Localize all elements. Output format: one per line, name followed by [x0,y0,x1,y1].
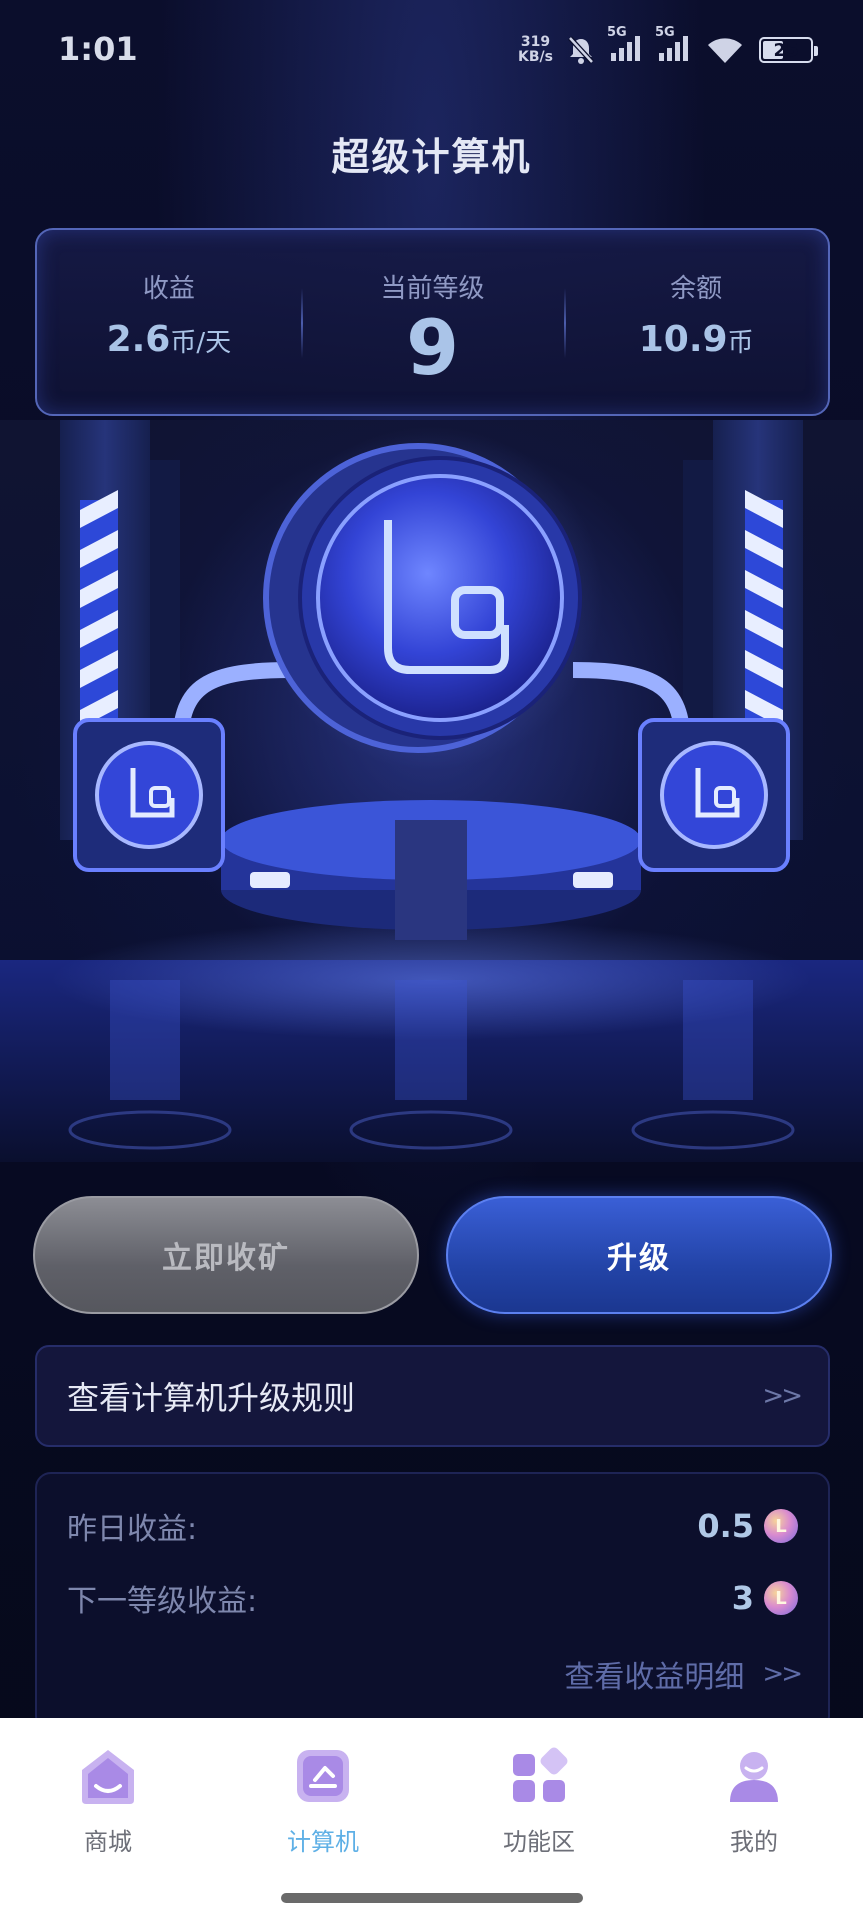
earnings-detail-label: 查看收益明细 [564,1660,745,1695]
mute-icon [568,36,594,64]
big-coin-face [316,474,564,722]
network-label-1: 5G [607,25,627,40]
upgrade-rules-label: 查看计算机升级规则 [67,1379,356,1417]
shop-icon [82,1750,134,1804]
battery-level: 25 [773,39,799,61]
bottom-tab-bar: 商城 计算机 功能区 我的 [0,1718,863,1920]
level-value: 9 [406,303,459,392]
next-level-earnings-value: 3 [731,1579,754,1617]
computer-illustration [0,420,863,1162]
right-cooler [638,718,790,872]
tab-label-features: 功能区 [503,1828,575,1856]
status-icons: 319 KB/s 5G 5G 25 [518,25,818,70]
balance-unit: 币 [727,328,754,358]
user-icon [730,1752,778,1802]
income-value: 2.6 [106,319,171,360]
collect-button[interactable]: 立即收矿 [33,1196,419,1314]
yesterday-earnings-value-group: 0.5 L [697,1507,798,1545]
upgrade-button[interactable]: 升级 [446,1196,832,1314]
network-speed-unit: KB/s [518,49,553,65]
next-level-earnings-label: 下一等级收益: [67,1584,258,1619]
earnings-card: 昨日收益: 0.5 L 下一等级收益: 3 L 查看收益明细 >> [35,1472,830,1732]
network-label-2: 5G [655,25,675,40]
balance-label: 余额 [670,274,723,304]
battery-icon: 25 [759,37,818,63]
signal-2: 5G [655,25,691,67]
income-unit: 币/天 [170,328,232,358]
yesterday-earnings-row: 昨日收益: 0.5 L [67,1504,798,1548]
coin-icon: L [764,1581,798,1615]
income-value-row: 2.6币/天 [37,319,301,360]
grid-icon [513,1747,568,1802]
upgrade-rules-link[interactable]: 查看计算机升级规则 >> [35,1345,830,1447]
signal-1: 5G [607,25,643,67]
next-level-earnings-row: 下一等级收益: 3 L [67,1576,798,1620]
home-indicator[interactable] [281,1893,583,1903]
page-title: 超级计算机 [331,135,532,179]
next-level-earnings-value-group: 3 L [732,1579,798,1617]
left-cooler [73,718,225,872]
network-speed-value: 319 [520,34,551,50]
tab-label-computer: 计算机 [287,1828,359,1856]
stats-card: 收益 2.6币/天 当前等级 9 余额 10.9币 [35,228,830,416]
tab-features[interactable]: 功能区 [469,1746,609,1857]
computer-icon [297,1750,349,1802]
yesterday-earnings-value: 0.5 [697,1507,754,1545]
network-speed: 319 KB/s [518,35,553,65]
stat-balance: 余额 10.9币 [564,230,828,414]
tab-label-profile: 我的 [730,1828,778,1856]
earnings-detail-link[interactable]: 查看收益明细 >> [564,1652,803,1696]
wifi-icon [708,38,742,63]
income-label: 收益 [142,274,195,304]
yesterday-earnings-label: 昨日收益: [67,1512,198,1547]
tab-profile[interactable]: 我的 [684,1746,824,1857]
status-time: 1:01 [58,30,138,68]
stat-income: 收益 2.6币/天 [37,230,301,414]
double-chevron-right-icon: >> [762,1659,803,1689]
level-label: 当前等级 [380,274,485,304]
coin-icon: L [764,1509,798,1543]
status-bar: 1:01 319 KB/s 5G 5G 25 [0,0,863,100]
balance-value: 10.9 [638,319,728,360]
double-chevron-right-icon: >> [762,1381,803,1411]
tab-computer[interactable]: 计算机 [253,1746,393,1857]
tab-shop[interactable]: 商城 [38,1746,178,1857]
balance-value-row: 10.9币 [564,319,828,360]
tab-label-shop: 商城 [84,1828,132,1856]
page: 1:01 319 KB/s 5G 5G 25 超级计算机 收益 2.6币/天 当… [0,0,863,1920]
coin-stand [395,820,467,940]
computer-illustration-svg [0,420,863,1162]
stat-level: 当前等级 9 [300,230,565,414]
